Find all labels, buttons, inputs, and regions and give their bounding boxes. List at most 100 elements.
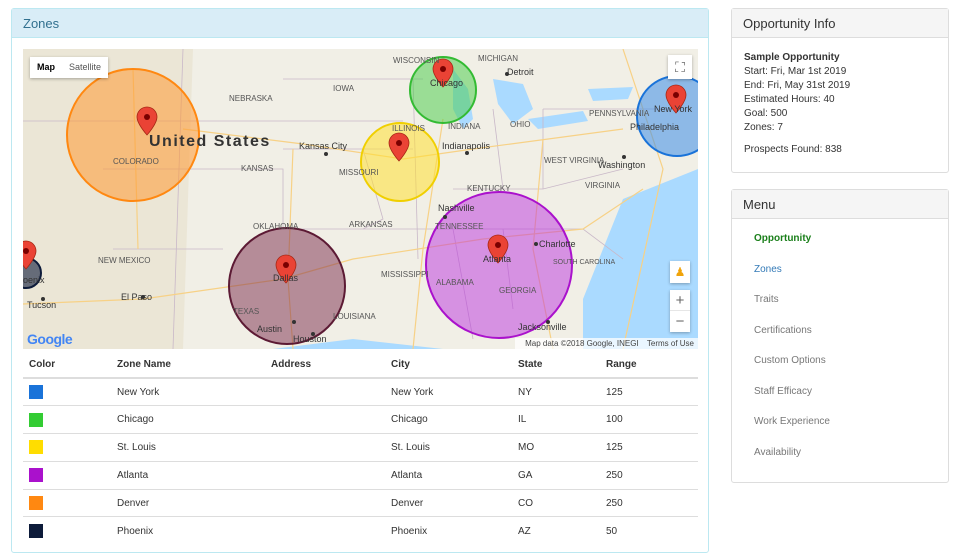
range-cell: 125 (600, 377, 698, 406)
zone-name-cell: Denver (111, 488, 265, 517)
map-label-wisconsin: WISCONSIN (393, 56, 439, 65)
pegman-icon[interactable]: ♟ (670, 261, 690, 283)
map-label-oklahoma: OKLAHOMA (253, 222, 299, 231)
color-cell (23, 377, 111, 406)
map-label-tennessee: TENNESSEE (435, 222, 483, 231)
map-label-jacksonville: Jacksonville (518, 322, 567, 332)
range-cell: 250 (600, 460, 698, 490)
map-label-atlanta: Atlanta (483, 254, 511, 264)
menu-panel: Menu Opportunity Zones Traits Certification… (731, 189, 949, 483)
color-cell (23, 460, 111, 490)
map-type-satellite-button[interactable]: Satellite (62, 57, 108, 78)
map-label-phoenix: oenix (23, 275, 45, 285)
map-label-washington: Washington (598, 160, 645, 170)
zoom-out-button[interactable]: − (670, 311, 690, 332)
opportunity-info-title: Opportunity Info (732, 9, 948, 38)
map-label-kansas-city: Kansas City (299, 141, 348, 151)
header-state: State (512, 351, 600, 379)
menu-item-staff-efficacy[interactable]: Staff Efficacy (754, 382, 948, 413)
map-label-philadelphia: Philadelphia (630, 122, 679, 132)
map-label-charlotte: Charlotte (539, 239, 576, 249)
address-cell (265, 433, 385, 462)
zone-circle-atlanta (425, 191, 573, 339)
menu-item-traits[interactable]: Traits (754, 290, 948, 321)
color-cell (23, 488, 111, 517)
city-cell: Atlanta (385, 460, 512, 490)
map-label-new-york: New York (654, 104, 693, 114)
color-swatch (29, 496, 43, 511)
menu-item-work-experience[interactable]: Work Experience (754, 412, 948, 443)
map-label-south-carolina: SOUTH CAROLINA (553, 259, 616, 266)
fullscreen-icon[interactable]: ⛶ (668, 55, 692, 79)
zones-map[interactable]: United States NEBRASKA IOWA COLORADO KAN… (23, 49, 698, 349)
map-label-nebraska: NEBRASKA (229, 94, 273, 103)
table-row[interactable]: New York New York NY 125 (23, 377, 698, 406)
city-cell: New York (385, 377, 512, 406)
address-cell (265, 405, 385, 434)
opportunity-goal: Goal: 500 (744, 108, 788, 119)
map-label-michigan: MICHIGAN (478, 54, 518, 63)
header-zone-name: Zone Name (111, 351, 265, 379)
menu-title: Menu (732, 190, 948, 219)
menu-item-opportunity[interactable]: Opportunity (754, 229, 948, 260)
prospects-found: Prospects Found: 838 (744, 144, 842, 155)
map-label-louisiana: LOUISIANA (333, 312, 376, 321)
table-row[interactable]: Denver Denver CO 250 (23, 488, 698, 517)
map-data-credit: Map data ©2018 Google, INEGI (525, 339, 639, 348)
map-canvas[interactable]: United States NEBRASKA IOWA COLORADO KAN… (23, 49, 698, 349)
map-label-indiana: INDIANA (448, 122, 481, 131)
zoom-in-button[interactable]: + (670, 290, 690, 311)
map-label-georgia: GEORGIA (499, 286, 537, 295)
header-color: Color (23, 351, 111, 379)
zoom-control: + − (670, 290, 690, 332)
opportunity-end: End: Fri, May 31st 2019 (744, 80, 851, 91)
map-label-iowa: IOWA (333, 84, 355, 93)
map-label-missouri: MISSOURI (339, 168, 379, 177)
map-label-houston: Houston (293, 334, 327, 344)
range-cell: 125 (600, 433, 698, 462)
terms-of-use-link[interactable]: Terms of Use (647, 339, 694, 348)
zones-panel: Zones United States NEBRASKA IOWA COLORA… (11, 8, 709, 553)
map-label-chicago: Chicago (430, 78, 463, 88)
menu-item-availability[interactable]: Availability (754, 443, 948, 474)
color-swatch (29, 440, 43, 455)
google-logo[interactable]: Google (27, 331, 73, 347)
map-label-mississippi: MISSISSIPPI (381, 270, 429, 279)
zone-name-cell: Atlanta (111, 460, 265, 490)
map-label-detroit: Detroit (507, 67, 534, 77)
opportunity-hours: Estimated Hours: 40 (744, 94, 835, 105)
color-cell (23, 405, 111, 434)
header-city: City (385, 351, 512, 379)
map-label-kansas: KANSAS (241, 164, 273, 173)
menu-item-custom-options[interactable]: Custom Options (754, 351, 948, 382)
map-label-new-mexico: NEW MEXICO (98, 256, 150, 265)
header-range: Range (600, 351, 698, 379)
city-cell: Denver (385, 488, 512, 517)
map-label-austin: Austin (257, 324, 282, 334)
zone-name-cell: New York (111, 377, 265, 406)
table-row[interactable]: Atlanta Atlanta GA 250 (23, 460, 698, 490)
map-label-ohio: OHIO (510, 120, 530, 129)
zones-panel-title: Zones (12, 9, 708, 38)
header-address: Address (265, 351, 385, 379)
zone-name-cell: St. Louis (111, 433, 265, 462)
map-label-kentucky: KENTUCKY (467, 184, 511, 193)
map-label-nashville: Nashville (438, 203, 475, 213)
map-credit: Map data ©2018 Google, INEGI Terms of Us… (515, 338, 698, 349)
map-label-united-states: United States (149, 133, 271, 150)
map-label-dallas: Dallas (273, 273, 299, 283)
map-label-illinois: ILLINOIS (392, 124, 425, 133)
menu-list: Opportunity Zones Traits Certifications Cust… (732, 219, 948, 473)
table-row[interactable]: Chicago Chicago IL 100 (23, 405, 698, 434)
address-cell (265, 377, 385, 406)
state-cell: NY (512, 377, 600, 406)
map-label-pennsylvania: PENNSYLVANIA (589, 109, 650, 118)
menu-item-certifications[interactable]: Certifications (754, 321, 948, 352)
city-cell: Chicago (385, 405, 512, 434)
menu-item-zones[interactable]: Zones (754, 260, 948, 291)
table-row[interactable]: St. Louis St. Louis MO 125 (23, 433, 698, 462)
color-swatch (29, 524, 43, 539)
state-cell: MO (512, 433, 600, 462)
color-swatch (29, 468, 43, 483)
map-type-map-button[interactable]: Map (30, 57, 62, 78)
